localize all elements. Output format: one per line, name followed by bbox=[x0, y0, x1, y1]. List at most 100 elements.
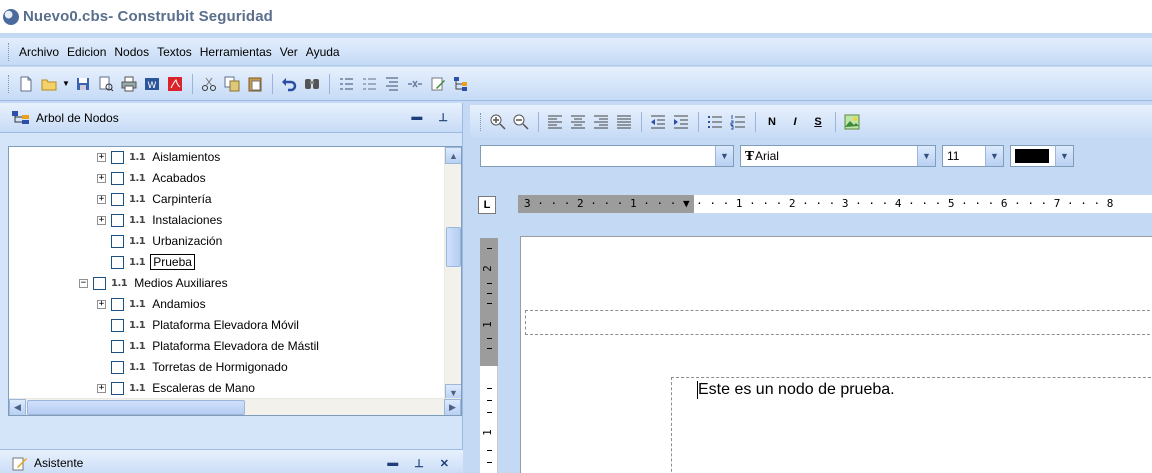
menu-herramientas[interactable]: Herramientas bbox=[196, 45, 276, 59]
tree-item[interactable]: 1.1 Urbanización bbox=[97, 231, 224, 251]
expand-icon[interactable]: + bbox=[97, 215, 106, 225]
document-page[interactable]: Este es un nodo de prueba. bbox=[520, 236, 1152, 473]
bold-button[interactable]: N bbox=[761, 111, 783, 133]
toolbar-grip-handle[interactable] bbox=[8, 74, 11, 93]
tree-item-checkbox[interactable] bbox=[111, 234, 124, 248]
tree-horizontal-scrollbar[interactable]: ◀ ▶ bbox=[9, 398, 461, 415]
tree-horizontal-scroll-thumb[interactable] bbox=[27, 400, 245, 415]
horizontal-ruler[interactable]: 3 · · · 2 · · · 1 · · · ▼ · · · 1 · · · … bbox=[518, 195, 1152, 213]
expand-icon[interactable]: + bbox=[97, 194, 106, 204]
tree-item-checkbox[interactable] bbox=[93, 276, 106, 290]
tree-item-checkbox[interactable] bbox=[111, 255, 124, 269]
chevron-down-icon[interactable]: ▼ bbox=[917, 146, 935, 166]
tree-item-checkbox[interactable] bbox=[111, 318, 124, 332]
numbering-button[interactable] bbox=[335, 73, 357, 95]
tab-stop-selector[interactable]: L bbox=[478, 196, 496, 214]
scroll-up-icon[interactable]: ▲ bbox=[445, 147, 461, 164]
menu-textos[interactable]: Textos bbox=[153, 45, 196, 59]
new-file-button[interactable] bbox=[15, 73, 37, 95]
print-preview-button[interactable] bbox=[95, 73, 117, 95]
numbering-alt-button[interactable] bbox=[358, 73, 380, 95]
zoom-out-button[interactable] bbox=[510, 111, 532, 133]
open-dropdown-button[interactable]: ▼ bbox=[61, 73, 71, 95]
menu-ayuda[interactable]: Ayuda bbox=[302, 45, 344, 59]
assistant-pin-icon[interactable]: ⊥ bbox=[414, 457, 424, 470]
tree-item-checkbox[interactable] bbox=[111, 381, 124, 395]
align-left-button[interactable] bbox=[544, 111, 566, 133]
align-right-button[interactable] bbox=[590, 111, 612, 133]
tree-item[interactable]: +1.1 Andamios bbox=[97, 294, 208, 314]
document-text[interactable]: Este es un nodo de prueba. bbox=[698, 381, 895, 399]
tree-item-checkbox[interactable] bbox=[111, 339, 124, 353]
open-button[interactable] bbox=[38, 73, 60, 95]
word-export-button[interactable]: W bbox=[141, 73, 163, 95]
tree-item[interactable]: +1.1 Acabados bbox=[97, 168, 208, 188]
header-region-guide[interactable] bbox=[525, 310, 1152, 335]
tree-item-checkbox[interactable] bbox=[111, 297, 124, 311]
tree-item-checkbox[interactable] bbox=[111, 171, 124, 185]
expand-icon[interactable]: + bbox=[97, 299, 106, 309]
tree-item-checkbox[interactable] bbox=[111, 192, 124, 206]
expand-icon[interactable]: + bbox=[97, 173, 106, 183]
edit-button[interactable] bbox=[427, 73, 449, 95]
format-toolbar-grip-handle[interactable] bbox=[480, 112, 483, 131]
font-color-combo[interactable]: ▼ bbox=[1010, 145, 1074, 167]
tree-vertical-scroll-thumb[interactable] bbox=[446, 227, 461, 267]
tree-item-checkbox[interactable] bbox=[111, 150, 124, 164]
collapse-icon[interactable]: − bbox=[79, 278, 88, 288]
menu-archivo[interactable]: Archivo bbox=[15, 45, 63, 59]
font-size-combo[interactable]: 11 ▼ bbox=[942, 145, 1004, 167]
chevron-down-icon[interactable]: ▼ bbox=[715, 146, 733, 166]
font-name-combo[interactable]: Ŧ Arial ▼ bbox=[740, 145, 936, 167]
tree-item[interactable]: 1.1 Plataforma Elevadora Móvil bbox=[97, 315, 301, 335]
link-button[interactable] bbox=[404, 73, 426, 95]
tree-item[interactable]: 1.1 Plataforma Elevadora de Mástil bbox=[97, 336, 321, 356]
tree-item-checkbox[interactable] bbox=[111, 213, 124, 227]
paste-button[interactable] bbox=[244, 73, 266, 95]
menu-ver[interactable]: Ver bbox=[276, 45, 302, 59]
menu-grip-handle[interactable] bbox=[8, 42, 11, 61]
tree-item[interactable]: +1.1 Carpintería bbox=[97, 189, 214, 209]
align-center-button[interactable] bbox=[567, 111, 589, 133]
numbered-list-button[interactable] bbox=[727, 111, 749, 133]
bullet-list-button[interactable] bbox=[704, 111, 726, 133]
menu-edicion[interactable]: Edicion bbox=[63, 45, 110, 59]
assistant-minimize-icon[interactable]: ▬ bbox=[387, 457, 398, 470]
tree-item[interactable]: +1.1 Instalaciones bbox=[97, 210, 224, 230]
tree-item[interactable]: +1.1 Escaleras de Mano bbox=[97, 378, 257, 398]
print-button[interactable] bbox=[118, 73, 140, 95]
tree-vertical-scrollbar[interactable]: ▲ ▼ bbox=[444, 147, 461, 401]
panel-minimize-icon[interactable]: ▬ bbox=[411, 111, 422, 124]
tree-tool-button[interactable] bbox=[450, 73, 472, 95]
tree-item[interactable]: 1.1 Prueba bbox=[97, 252, 195, 272]
increase-indent-button[interactable] bbox=[670, 111, 692, 133]
panel-pin-icon[interactable]: ⊥ bbox=[438, 111, 448, 124]
decrease-indent-button[interactable] bbox=[647, 111, 669, 133]
tree-item[interactable]: 1.1 Torretas de Hormigonado bbox=[97, 357, 290, 377]
chevron-down-icon[interactable]: ▼ bbox=[985, 146, 1003, 166]
assistant-close-icon[interactable]: ✕ bbox=[440, 457, 449, 470]
tree-item-checkbox[interactable] bbox=[111, 360, 124, 374]
chevron-down-icon[interactable]: ▼ bbox=[1055, 146, 1073, 166]
style-combo[interactable]: ▼ bbox=[480, 145, 734, 167]
menu-nodos[interactable]: Nodos bbox=[110, 45, 153, 59]
scroll-left-icon[interactable]: ◀ bbox=[9, 399, 26, 415]
undo-button[interactable] bbox=[278, 73, 300, 95]
save-button[interactable] bbox=[72, 73, 94, 95]
expand-icon[interactable]: + bbox=[97, 383, 106, 393]
underline-button[interactable]: S bbox=[807, 111, 829, 133]
zoom-in-button[interactable] bbox=[487, 111, 509, 133]
cut-button[interactable] bbox=[198, 73, 220, 95]
find-button[interactable] bbox=[301, 73, 323, 95]
outline-button[interactable] bbox=[381, 73, 403, 95]
insert-image-button[interactable] bbox=[841, 111, 863, 133]
tree-item[interactable]: +1.1 Aislamientos bbox=[97, 147, 222, 167]
tree-item[interactable]: − 1.1 Medios Auxiliares bbox=[79, 273, 230, 293]
scroll-right-icon[interactable]: ▶ bbox=[444, 399, 461, 415]
justify-button[interactable] bbox=[613, 111, 635, 133]
vertical-ruler[interactable]: 2 1 1 bbox=[480, 238, 498, 473]
copy-button[interactable] bbox=[221, 73, 243, 95]
expand-icon[interactable]: + bbox=[97, 152, 106, 162]
pdf-export-button[interactable] bbox=[164, 73, 186, 95]
italic-button[interactable]: I bbox=[784, 111, 806, 133]
